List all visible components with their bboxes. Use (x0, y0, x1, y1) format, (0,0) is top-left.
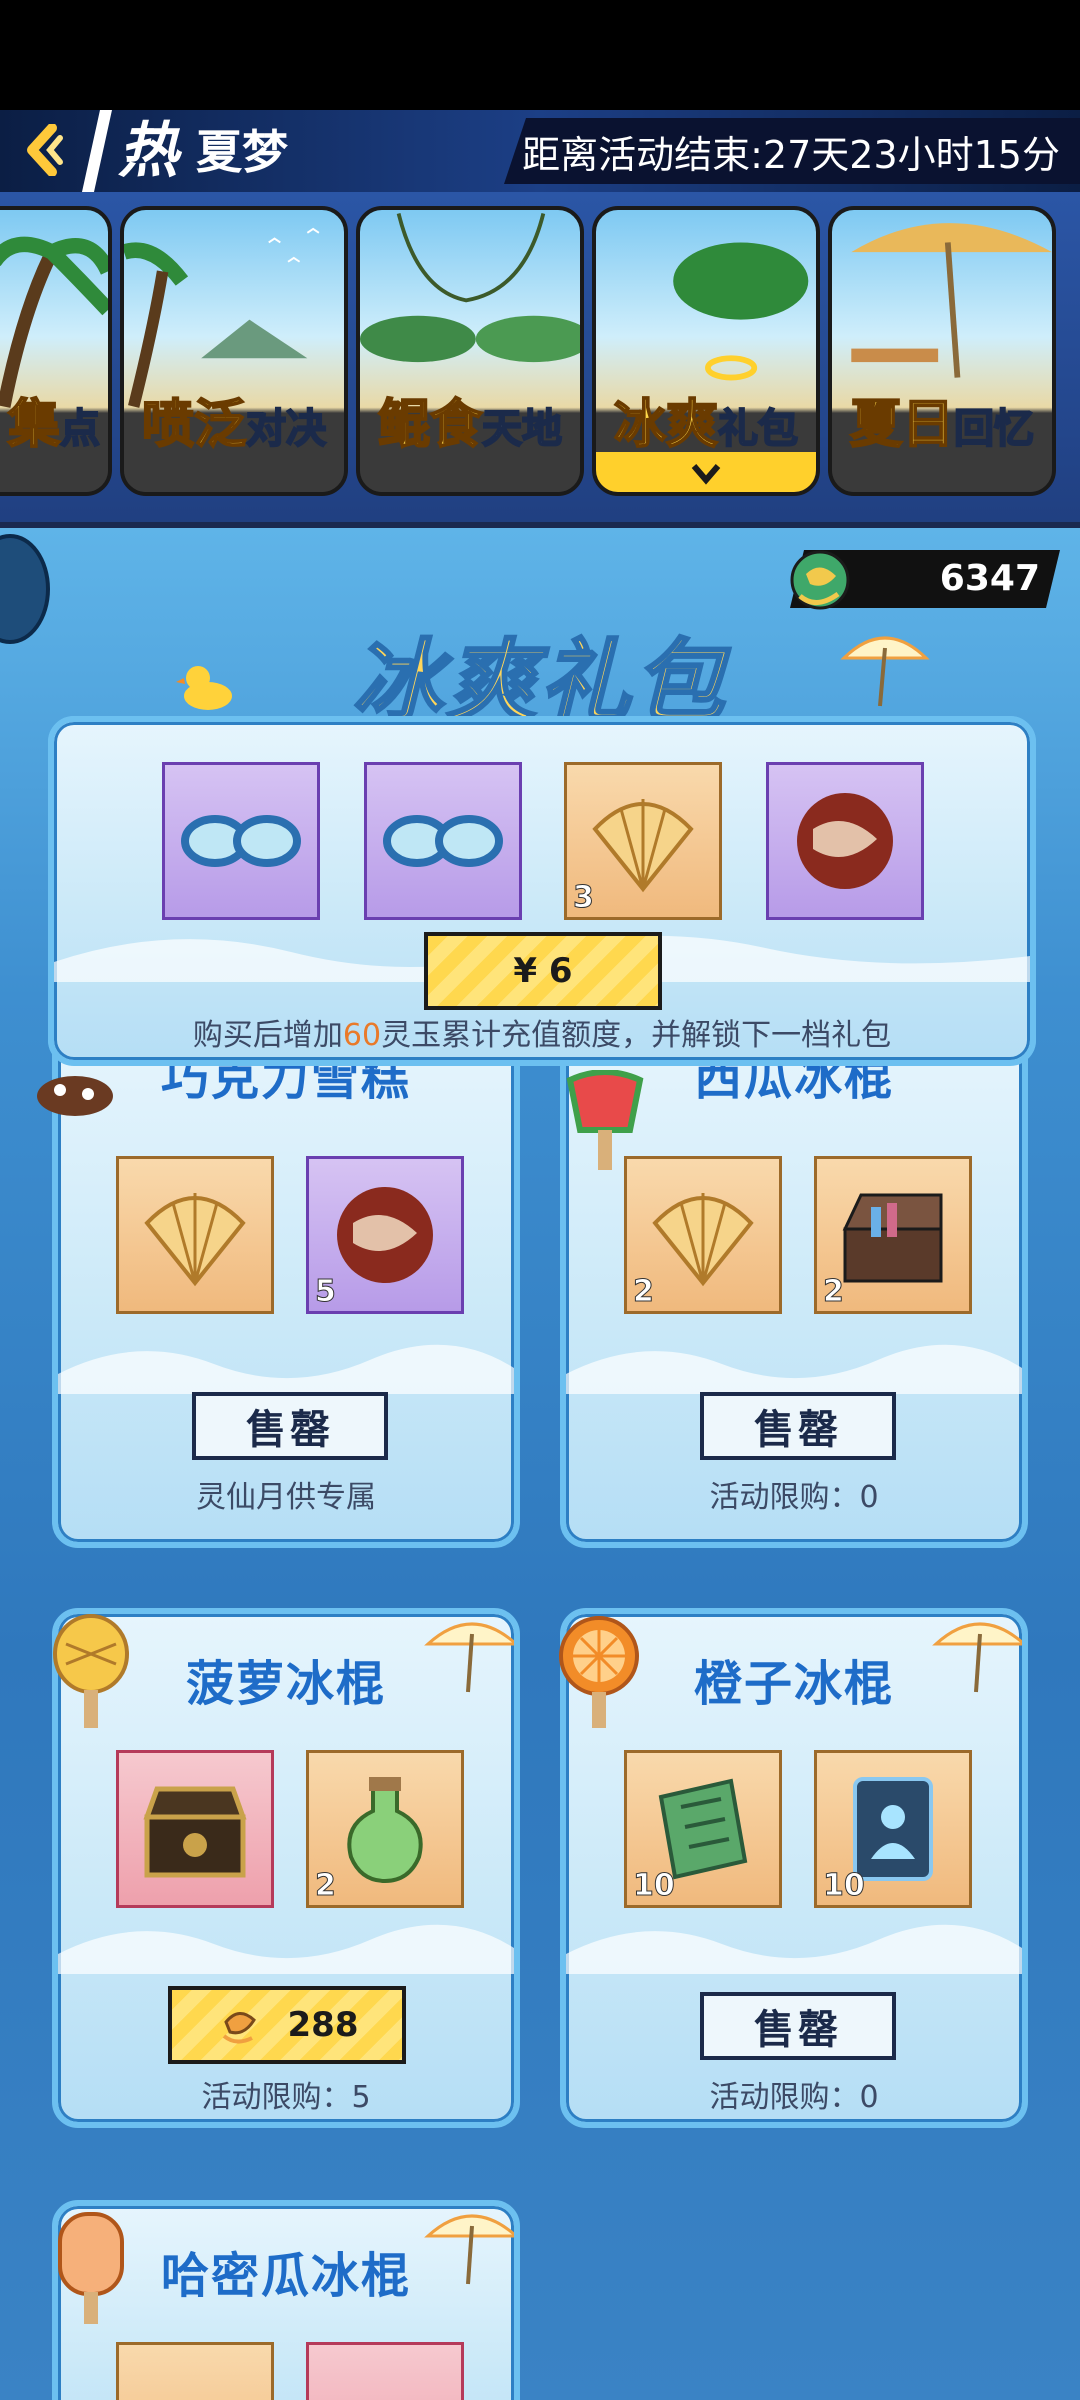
sold-out-button[interactable]: 售罄 (192, 1392, 388, 1460)
card-item[interactable]: 2 (306, 1750, 464, 1908)
buy-button[interactable]: 288 (168, 1986, 406, 2064)
note-suffix: 灵玉累计充值额度，并解锁下一档礼包 (381, 1018, 892, 1053)
chevron-down-icon (691, 464, 721, 485)
tab-label-big: 夏日 (849, 394, 955, 456)
tab-label-big: 冰爽 (613, 394, 719, 456)
shell-icon (652, 1193, 754, 1287)
tab-label-small: 点 (59, 405, 101, 453)
countdown-banner: 距离活动结束:27天23小时15分 (504, 118, 1080, 184)
sold-out-button[interactable]: 售罄 (700, 1392, 896, 1460)
card-item[interactable]: 2 (814, 1156, 972, 1314)
pearl-orb-icon (337, 1187, 433, 1283)
goggles-icon (383, 815, 503, 867)
card-item[interactable] (116, 1156, 274, 1314)
note-highlight: 60 (342, 1018, 382, 1053)
tab-bingshuang-libao[interactable]: 冰爽礼包 (592, 206, 820, 496)
item-count: 5 (315, 1274, 337, 1310)
tab-label-small: 礼包 (717, 405, 799, 453)
watermelon-popsicle-icon (566, 1070, 644, 1170)
pack-item-4[interactable] (766, 762, 924, 920)
status-bar (0, 0, 1080, 110)
note-prefix: 购买后增加 (192, 1018, 343, 1053)
beach-umbrella-icon (851, 223, 1052, 378)
mascot-avatar[interactable] (0, 534, 50, 644)
chevron-left-icon (27, 124, 63, 176)
pack-item-3[interactable]: 3 (564, 762, 722, 920)
page-title: 夏梦 (196, 125, 288, 179)
top-header: 热 夏梦 距离活动结束:27天23小时15分 (0, 110, 1080, 192)
tab-label-big: 鲲食 (377, 394, 483, 456)
island-ring-icon (673, 242, 809, 381)
jungle-vine-icon (360, 213, 580, 363)
item-count: 10 (823, 1868, 866, 1904)
pack-note: 购买后增加60灵玉累计充值额度，并解锁下一档礼包 (54, 1016, 1030, 1056)
shell-icon (144, 1193, 246, 1287)
card-item[interactable] (306, 2342, 464, 2400)
buy-price: 288 (287, 2005, 359, 2045)
card-item[interactable] (116, 2342, 274, 2400)
currency-value: 6347 (939, 558, 1040, 599)
orange-popsicle-icon (559, 1616, 639, 1728)
card-footer: 灵仙月供专属 (196, 1480, 376, 1515)
wave-decoration (58, 1924, 514, 1974)
tab-label-big: 集 (7, 394, 61, 456)
koi-fish-icon (222, 2012, 256, 2044)
beach-umbrella-icon (424, 2214, 514, 2285)
countdown-text: 距离活动结束:27天23小时15分 (522, 132, 1060, 177)
item-count: 2 (633, 1274, 655, 1310)
tab-label-small: 回忆 (953, 405, 1035, 453)
sold-out-button[interactable]: 售罄 (700, 1992, 896, 2060)
item-count: 2 (823, 1274, 845, 1310)
pearl-orb-icon (797, 793, 893, 889)
wave-decoration (58, 1344, 514, 1394)
koi-fish-icon (790, 550, 850, 610)
pack-item-2[interactable] (364, 762, 522, 920)
wave-decoration (566, 1924, 1022, 1974)
buy-pack-button[interactable]: ¥ 6 (424, 932, 662, 1010)
card-item[interactable]: 5 (306, 1156, 464, 1314)
tab-label-small: 天地 (481, 405, 563, 453)
melon-popsicle-icon (58, 2212, 124, 2324)
chocolate-icecream-icon (37, 1076, 113, 1116)
back-button[interactable] (14, 120, 74, 180)
goggles-icon (181, 815, 301, 867)
beach-umbrella-icon (840, 636, 930, 707)
card-footer: 活动限购：0 (709, 1480, 879, 1515)
potion-bottle-icon (347, 1777, 423, 1884)
beach-umbrella-icon (424, 1622, 514, 1693)
tab-penqi-duijue[interactable]: 喷泛对决 (120, 206, 348, 496)
treasure-chest-icon (842, 1193, 943, 1283)
pack-item-1[interactable] (162, 762, 320, 920)
card-chocolate: 巧克力雪糕 5 售罄 灵仙月供专属 (52, 1028, 520, 1548)
item-count: 3 (573, 880, 595, 916)
palm-scenery-icon (0, 236, 108, 408)
beach-umbrella-icon (932, 1622, 1022, 1693)
card-item[interactable]: 10 (814, 1750, 972, 1908)
main-content: 6347 冰爽礼包 巧克力雪糕 5 售罄 灵仙月供专属 西瓜冰棍 2 2 售罄 … (0, 528, 1080, 2400)
beach-palm-icon (124, 227, 320, 408)
card-footer: 活动限购：5 (201, 2080, 371, 2115)
rubber-duck-icon (176, 666, 232, 710)
tab-jidian[interactable]: 集点 (0, 206, 112, 496)
card-item[interactable] (116, 1750, 274, 1908)
pineapple-popsicle-icon (53, 1614, 129, 1728)
golden-chest-icon (143, 1786, 247, 1878)
card-item[interactable]: 10 (624, 1750, 782, 1908)
tab-label-small: 对决 (245, 405, 327, 453)
top-pack-panel-overlay: 3 ¥ 6 购买后增加60灵玉累计充值额度，并解锁下一档礼包 (48, 716, 1036, 1066)
shell-icon (592, 799, 694, 893)
tab-kunshi-tiandi[interactable]: 鲲食天地 (356, 206, 584, 496)
divider-slash (82, 110, 112, 192)
card-footer: 活动限购：0 (709, 2080, 879, 2115)
item-count: 10 (633, 1868, 676, 1904)
event-tabs: 集点 喷泛对决 鲲食天地 冰爽礼包 夏日回忆 (0, 192, 1080, 532)
item-count: 2 (315, 1868, 337, 1904)
tab-label-big: 喷泛 (141, 394, 247, 456)
tab-xiari-huiyi[interactable]: 夏日回忆 (828, 206, 1056, 496)
hot-badge: 热 (118, 116, 178, 186)
wave-decoration (566, 1344, 1022, 1394)
